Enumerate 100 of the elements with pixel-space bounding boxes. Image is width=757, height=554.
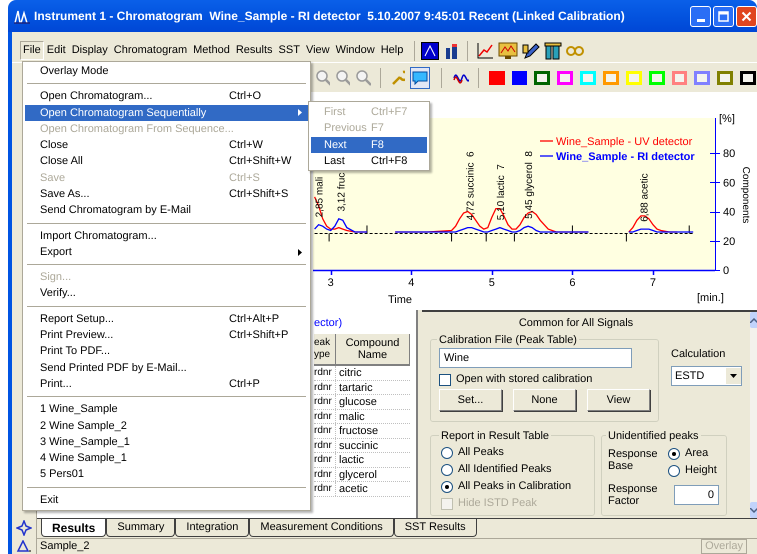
signal-color-button[interactable] bbox=[740, 70, 756, 84]
tab[interactable]: Measurement Conditions bbox=[249, 519, 394, 537]
signal-color-button[interactable] bbox=[602, 70, 619, 84]
menu-item[interactable]: 3 Wine_Sample_1 bbox=[25, 434, 308, 450]
menu-item[interactable]: Send Chromatogram by E-Mail bbox=[25, 202, 308, 219]
menu-item[interactable]: Send Printed PDF by E-Mail... bbox=[25, 360, 308, 376]
radio-option[interactable]: Height bbox=[668, 462, 717, 479]
zoom-out-icon[interactable] bbox=[335, 69, 350, 86]
radio-option[interactable]: Area bbox=[668, 445, 717, 462]
star-icon[interactable] bbox=[16, 520, 32, 536]
panel-title: Common for All Signals bbox=[518, 316, 634, 331]
menu-bar-item[interactable]: Display bbox=[68, 41, 111, 60]
peak-label: 5,10 lactic 7 bbox=[496, 164, 507, 220]
menu-item[interactable]: 4 Wine Sample_1 bbox=[25, 450, 308, 467]
menu-item[interactable]: Next F8 bbox=[311, 136, 427, 153]
radio-button[interactable] bbox=[441, 480, 453, 492]
table-cell: rdnr bbox=[314, 453, 336, 466]
table-cell-text: tartaric bbox=[338, 380, 374, 394]
signal-color-button[interactable] bbox=[717, 70, 734, 84]
radio-button[interactable] bbox=[441, 464, 453, 476]
pencil-icon[interactable] bbox=[522, 42, 540, 60]
radio-option[interactable]: All Peaks bbox=[441, 444, 584, 461]
dialog-button[interactable]: View bbox=[587, 389, 650, 411]
minimize-icon bbox=[696, 18, 704, 22]
tab[interactable]: Results bbox=[41, 519, 106, 537]
line-chart-icon[interactable] bbox=[476, 42, 494, 60]
menu-item[interactable]: Save As... Ctrl+Shift+S bbox=[25, 186, 308, 202]
menu-bar-item[interactable]: Results bbox=[232, 41, 276, 60]
dialog-button[interactable]: None bbox=[513, 389, 576, 411]
menu-bar-item[interactable]: Edit bbox=[44, 41, 69, 60]
menu-item[interactable]: Print... Ctrl+P bbox=[25, 376, 308, 392]
table-cell: rdnr bbox=[314, 468, 336, 481]
axis-tick-label: 0 bbox=[723, 265, 730, 277]
table-cell-text: acetic bbox=[338, 482, 369, 496]
menu-bar-item[interactable]: Method bbox=[190, 41, 233, 60]
menu-item[interactable]: Overlay Mode bbox=[25, 63, 308, 80]
comment-toggle-button[interactable] bbox=[410, 66, 430, 88]
axis-title: Time bbox=[388, 294, 412, 306]
overlay-indicator: Overlay bbox=[701, 539, 747, 554]
menu-item[interactable]: 1 Wine_Sample bbox=[25, 401, 308, 418]
bar-chart-icon[interactable] bbox=[445, 42, 460, 60]
column-icon[interactable] bbox=[544, 42, 562, 60]
axis-unit-label: [min.] bbox=[697, 292, 724, 304]
zoom-in-icon[interactable] bbox=[315, 69, 330, 86]
signal-color-button[interactable] bbox=[672, 70, 688, 84]
menu-item[interactable]: Exit bbox=[25, 492, 308, 508]
tab[interactable]: SST Results bbox=[394, 519, 477, 537]
radio-button[interactable] bbox=[668, 464, 680, 476]
menu-item[interactable]: 5 Pers01 bbox=[25, 466, 308, 483]
maximize-button[interactable] bbox=[713, 6, 734, 26]
calibration-file-field[interactable]: Wine bbox=[439, 348, 632, 368]
minimize-button[interactable] bbox=[690, 6, 711, 26]
table-cell-text: lactic bbox=[338, 453, 366, 466]
monitor-icon[interactable] bbox=[498, 42, 518, 60]
menu-item[interactable]: Open Chromatogram... Ctrl+O bbox=[25, 88, 308, 105]
chromatogram-icon[interactable] bbox=[421, 42, 440, 60]
signal-color-button[interactable] bbox=[557, 70, 574, 84]
checkbox[interactable] bbox=[439, 374, 451, 386]
vertical-scrollbar[interactable] bbox=[750, 312, 757, 518]
peak-label: 6,88 acetic bbox=[639, 173, 650, 222]
table-cell: rdnr bbox=[314, 424, 336, 438]
table-cell: rdnr bbox=[314, 395, 336, 408]
menu-item[interactable]: Open Chromatogram Sequentially bbox=[25, 104, 308, 121]
table-cell-text: glycerol bbox=[338, 468, 378, 481]
menu-bar-item[interactable]: Help bbox=[378, 41, 406, 60]
menu-item[interactable]: Verify... bbox=[25, 286, 308, 302]
signal-color-button[interactable] bbox=[694, 70, 710, 84]
menu-bar-item[interactable]: Window bbox=[332, 41, 378, 60]
radio-option[interactable]: All Peaks in Calibration bbox=[441, 478, 584, 495]
dialog-button[interactable]: Set... bbox=[439, 389, 502, 411]
menu-item[interactable]: Print To PDF... bbox=[25, 343, 308, 360]
axis-tick-label: 20 bbox=[723, 236, 736, 248]
menu-item[interactable]: Close All Ctrl+Shift+W bbox=[25, 153, 308, 170]
speech-bubble-icon bbox=[412, 70, 428, 84]
response-factor-field[interactable]: 0 bbox=[674, 485, 719, 505]
triangle-icon[interactable] bbox=[16, 540, 32, 552]
menu-item[interactable]: Report Setup... Ctrl+Alt+P bbox=[25, 310, 308, 328]
stored-calibration-checkbox[interactable]: Open with stored calibration bbox=[439, 372, 650, 387]
signal-color-button[interactable] bbox=[512, 70, 528, 84]
signal-color-button[interactable] bbox=[488, 70, 505, 84]
menu-item[interactable]: Import Chromatogram... bbox=[25, 228, 308, 244]
column-header: eak ype bbox=[314, 334, 336, 366]
calculation-dropdown[interactable]: ESTD bbox=[671, 366, 742, 386]
tab[interactable]: Summary bbox=[106, 519, 176, 537]
menu-bar-item[interactable]: View bbox=[302, 41, 333, 60]
zoom-reset-icon[interactable] bbox=[355, 69, 371, 86]
signal-color-button[interactable] bbox=[534, 70, 550, 84]
menu-item[interactable]: Close Ctrl+W bbox=[25, 137, 308, 154]
menu-bar-item[interactable]: Chromatogram bbox=[110, 41, 190, 60]
menu-bar-item[interactable]: SST bbox=[276, 41, 303, 60]
menu-item[interactable]: Last Ctrl+F8 bbox=[311, 152, 427, 170]
menu-item[interactable]: Export bbox=[25, 244, 308, 260]
menu-bar-item[interactable]: File bbox=[20, 41, 44, 60]
radio-button[interactable] bbox=[441, 446, 453, 458]
radio-button[interactable] bbox=[668, 448, 680, 460]
tab[interactable]: Integration bbox=[175, 519, 250, 537]
radio-option[interactable]: All Identified Peaks bbox=[441, 461, 584, 478]
close-button[interactable] bbox=[736, 6, 757, 26]
menu-item[interactable]: 2 Wine Sample_2 bbox=[25, 418, 308, 434]
menu-item[interactable]: Print Preview... Ctrl+Shift+P bbox=[25, 327, 308, 344]
